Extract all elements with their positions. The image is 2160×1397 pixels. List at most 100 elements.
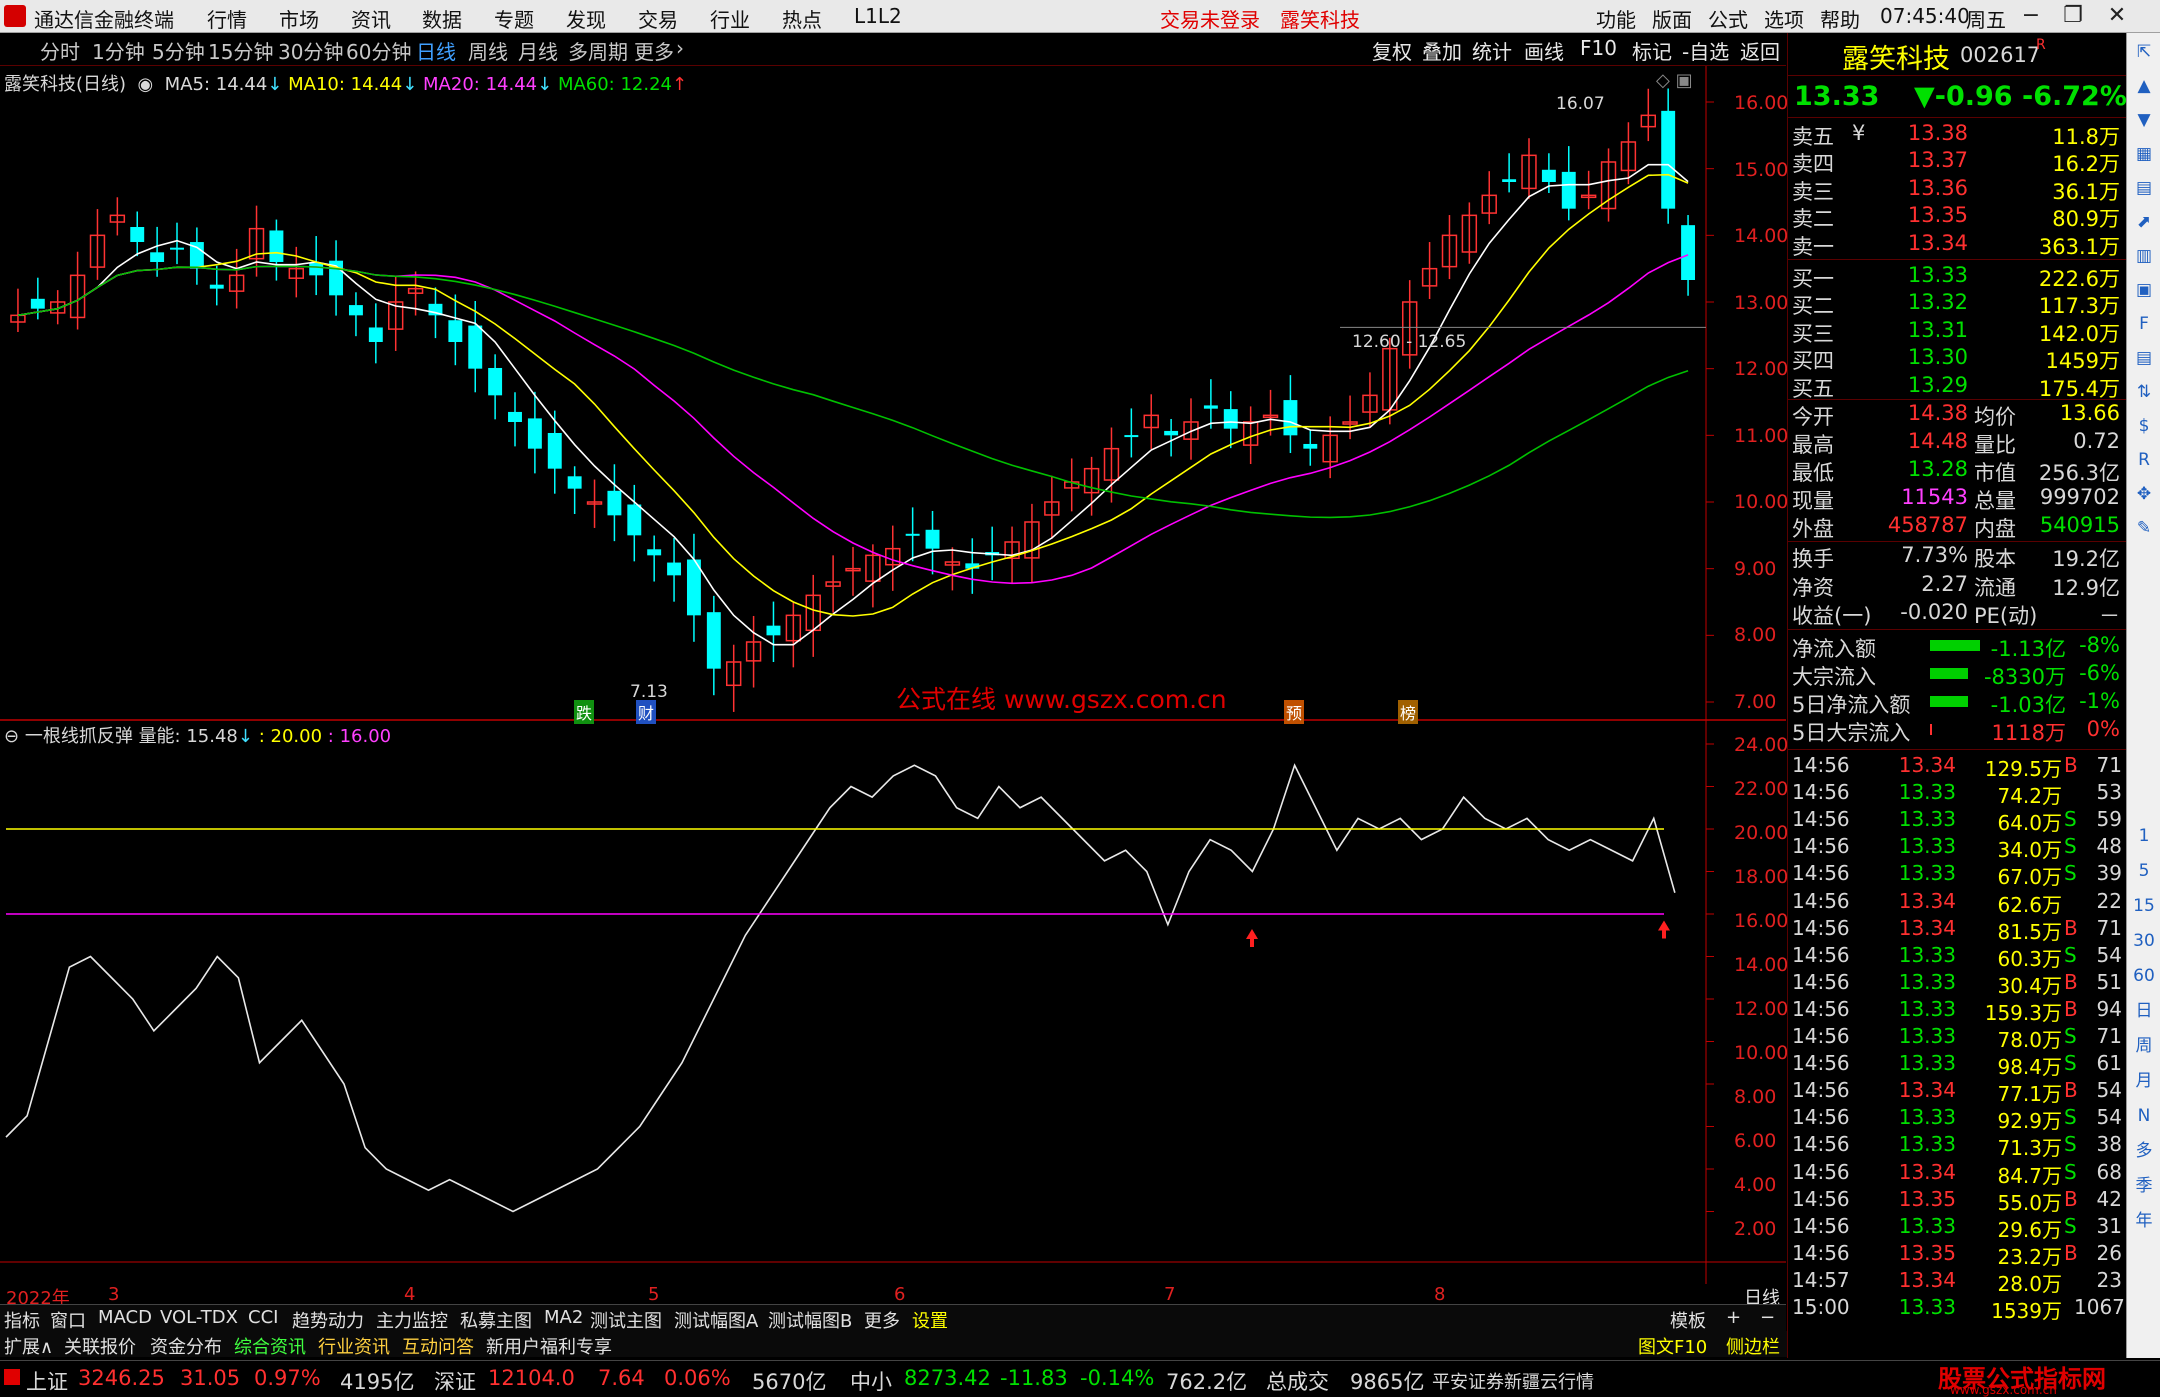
zx-name[interactable]: 中小 <box>850 1366 892 1396</box>
side-period[interactable]: N <box>2131 1103 2157 1129</box>
tool-huaxian[interactable]: 画线 <box>1524 36 1564 65</box>
menu-xuanxiang[interactable]: 选项 <box>1764 4 1804 33</box>
menu-shuju[interactable]: 数据 <box>422 4 462 33</box>
side-period[interactable]: 月 <box>2131 1068 2157 1094</box>
tool-diejia[interactable]: 叠加 <box>1422 36 1462 65</box>
side-period[interactable]: 5 <box>2131 858 2157 884</box>
menu-l1l2[interactable]: L1L2 <box>854 4 902 28</box>
f10-icon[interactable]: F <box>2131 311 2157 337</box>
ask-price[interactable]: 13.38 <box>1898 121 1968 145</box>
side-period[interactable]: 30 <box>2131 928 2157 954</box>
tab-qushi[interactable]: 趋势动力 <box>292 1307 364 1333</box>
tab-tuwen-f10[interactable]: 图文F10 <box>1638 1333 1707 1359</box>
flow-label[interactable]: 5日净流入额 <box>1792 689 1910 719</box>
close-icon[interactable]: ✕ <box>2100 2 2134 30</box>
tab-hudong[interactable]: 互动问答 <box>402 1333 474 1359</box>
period-fenshi[interactable]: 分时 <box>40 36 80 65</box>
period-5min[interactable]: 5分钟 <box>152 36 205 65</box>
period-daily[interactable]: 日线 <box>416 36 456 65</box>
tab-template[interactable]: 模板 <box>1670 1307 1706 1333</box>
tool-fuquan[interactable]: 复权 <box>1372 36 1412 65</box>
period-more[interactable]: 更多 <box>634 36 674 65</box>
menu-banmian[interactable]: 版面 <box>1652 4 1692 33</box>
bars-icon[interactable]: ▥ <box>2131 243 2157 269</box>
tab-newuser[interactable]: 新用户福利专享 <box>486 1333 612 1359</box>
doc-icon[interactable]: ▣ <box>2131 277 2157 303</box>
tab-more[interactable]: 更多 <box>864 1307 900 1333</box>
ask-price[interactable]: 13.37 <box>1898 148 1968 172</box>
sz-name[interactable]: 深证 <box>434 1366 476 1396</box>
tab-cci[interactable]: CCI <box>248 1307 278 1328</box>
tab-expand[interactable]: 扩展∧ <box>4 1333 53 1359</box>
compare-icon[interactable]: ⇅ <box>2131 379 2157 405</box>
side-period[interactable]: 年 <box>2131 1208 2157 1234</box>
restore-icon[interactable]: ❐ <box>2056 2 2090 30</box>
side-period[interactable]: 15 <box>2131 893 2157 919</box>
tab-add[interactable]: + <box>1726 1307 1741 1328</box>
tab-chuangkou[interactable]: 窗口 <box>50 1307 86 1333</box>
menu-zixun[interactable]: 资讯 <box>351 4 391 33</box>
flow-label[interactable]: 净流入额 <box>1792 633 1876 663</box>
menu-bangzhu[interactable]: 帮助 <box>1820 4 1860 33</box>
side-period[interactable]: 周 <box>2131 1033 2157 1059</box>
dollar-icon[interactable]: $ <box>2131 413 2157 439</box>
up-icon[interactable]: ▲ <box>2131 73 2157 99</box>
minimize-icon[interactable]: − <box>2014 2 2048 30</box>
tab-settings[interactable]: 设置 <box>912 1307 948 1333</box>
period-multi[interactable]: 多周期 <box>568 36 628 65</box>
settings-circle-icon[interactable]: ◉ <box>132 74 159 95</box>
pen-icon[interactable]: ✎ <box>2131 515 2157 541</box>
down-icon[interactable]: ▼ <box>2131 107 2157 133</box>
panel-ctrl-icons[interactable]: ◇ ▣ <box>1656 70 1693 91</box>
event-tag-bang[interactable]: 榜 <box>1398 700 1419 724</box>
kline-chart[interactable] <box>0 66 1786 1284</box>
tool-f10[interactable]: F10 <box>1580 36 1617 60</box>
tool-zixuan[interactable]: -自选 <box>1682 36 1729 65</box>
broker-name[interactable]: 平安证券新疆云行情 <box>1432 1368 1594 1394</box>
menu-redian[interactable]: 热点 <box>782 4 822 33</box>
period-weekly[interactable]: 周线 <box>468 36 508 65</box>
event-tag-yu[interactable]: 预 <box>1284 700 1305 724</box>
tab-ceshi-main[interactable]: 测试主图 <box>590 1307 662 1333</box>
sub-chart-toggle-icon[interactable]: ⊖ <box>4 726 19 747</box>
ask-price[interactable]: 13.35 <box>1898 203 1968 227</box>
tab-ceshi-b[interactable]: 测试幅图B <box>768 1307 852 1333</box>
bid-price[interactable]: 13.29 <box>1898 373 1968 397</box>
bid-price[interactable]: 13.31 <box>1898 318 1968 342</box>
tab-guanlian[interactable]: 关联报价 <box>64 1333 136 1359</box>
tool-tongji[interactable]: 统计 <box>1472 36 1512 65</box>
period-30min[interactable]: 30分钟 <box>278 36 343 65</box>
period-60min[interactable]: 60分钟 <box>346 36 411 65</box>
flow-label[interactable]: 大宗流入 <box>1792 661 1876 691</box>
grid-icon[interactable]: ▤ <box>2131 175 2157 201</box>
event-tag-die[interactable]: 跌 <box>574 700 595 724</box>
tool-biaoji[interactable]: 标记 <box>1632 36 1672 65</box>
tab-ceshi-a[interactable]: 测试幅图A <box>674 1307 758 1333</box>
ask-price[interactable]: 13.36 <box>1898 176 1968 200</box>
side-period[interactable]: 多 <box>2131 1138 2157 1164</box>
pin-icon[interactable]: ⇱ <box>2131 39 2157 65</box>
tool-fanhui[interactable]: 返回 <box>1740 36 1780 65</box>
login-status[interactable]: 交易未登录 <box>1160 4 1260 33</box>
tab-ma2[interactable]: MA2 <box>544 1307 583 1328</box>
chart-icon[interactable]: ▦ <box>2131 141 2157 167</box>
tab-zijin[interactable]: 资金分布 <box>150 1333 222 1359</box>
trend-icon[interactable]: ⬈ <box>2131 209 2157 235</box>
bid-price[interactable]: 13.32 <box>1898 290 1968 314</box>
menu-gongneng[interactable]: 功能 <box>1596 4 1636 33</box>
chart-area[interactable]: 露笑科技(日线) ◉ MA5: 14.44↓ MA10: 14.44↓ MA20… <box>0 66 1788 1284</box>
tab-vol-tdx[interactable]: VOL-TDX <box>160 1307 238 1328</box>
side-period[interactable]: 1 <box>2131 823 2157 849</box>
period-monthly[interactable]: 月线 <box>518 36 558 65</box>
bid-price[interactable]: 13.33 <box>1898 263 1968 287</box>
period-1min[interactable]: 1分钟 <box>92 36 145 65</box>
menu-shichang[interactable]: 市场 <box>279 4 319 33</box>
rsi-icon[interactable]: R <box>2131 447 2157 473</box>
bid-price[interactable]: 13.30 <box>1898 345 1968 369</box>
tab-zonghe[interactable]: 综合资讯 <box>234 1333 306 1359</box>
side-period[interactable]: 60 <box>2131 963 2157 989</box>
move-icon[interactable]: ✥ <box>2131 481 2157 507</box>
period-15min[interactable]: 15分钟 <box>208 36 273 65</box>
side-period[interactable]: 日 <box>2131 998 2157 1024</box>
chevron-right-icon[interactable]: › <box>676 36 684 60</box>
